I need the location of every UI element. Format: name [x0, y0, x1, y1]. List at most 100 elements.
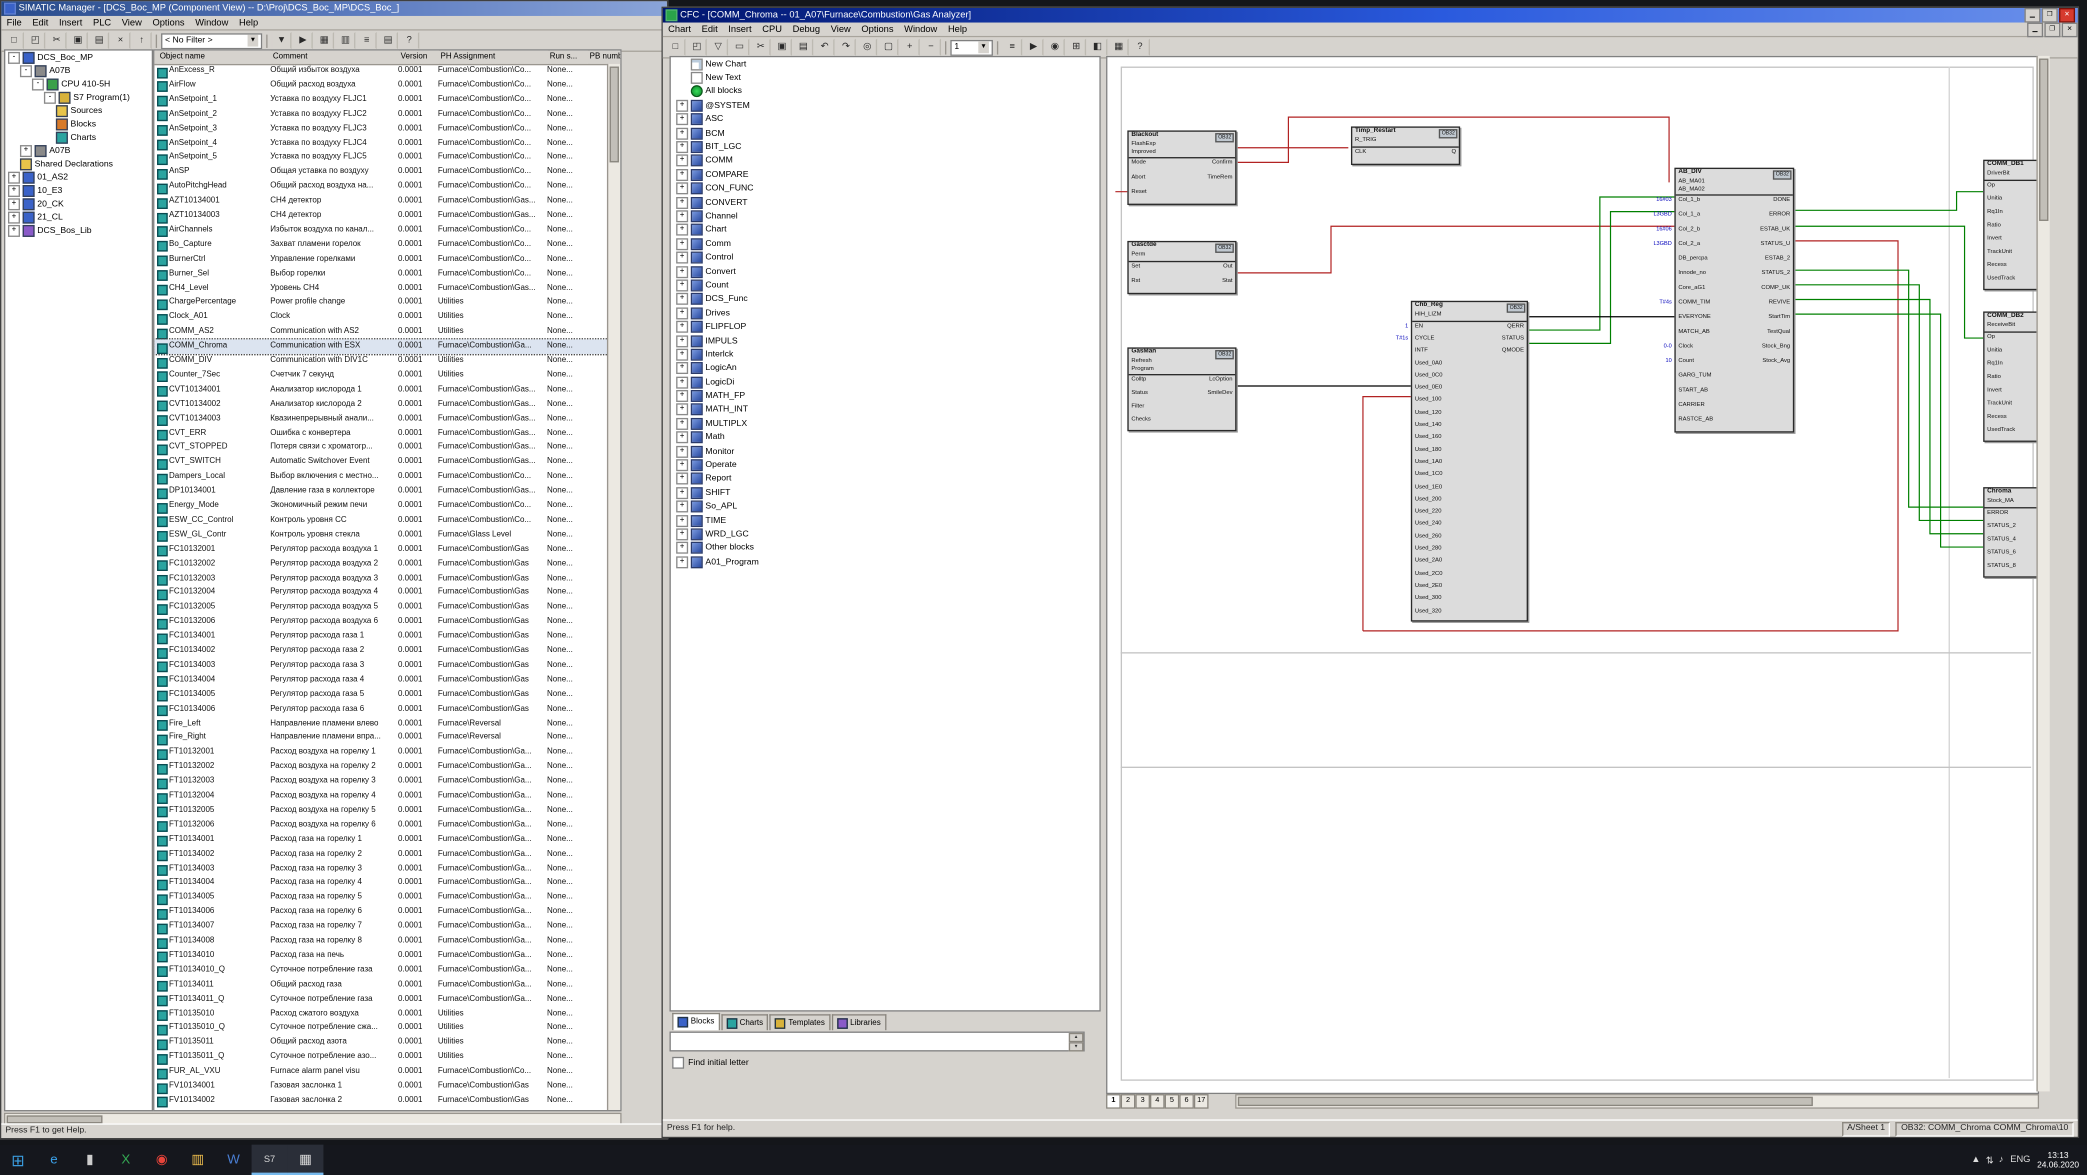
- catalog-search-input[interactable]: [671, 1033, 1048, 1053]
- input-pin[interactable]: Recess: [1987, 260, 2006, 268]
- expander-icon[interactable]: +: [676, 210, 688, 222]
- expander-icon[interactable]: +: [676, 196, 688, 208]
- table-row[interactable]: FC10134005Регулятор расхода газа 50.0001…: [154, 688, 608, 702]
- tree-item-21-cl[interactable]: +21_CL: [5, 210, 151, 223]
- table-row[interactable]: AnSetpoint_3Уставка по воздуху FLJC30.00…: [154, 122, 608, 136]
- catalog-item-comm[interactable]: +COMM: [671, 154, 1100, 168]
- input-pin[interactable]: STATUS_2: [1987, 521, 2016, 529]
- help-icon[interactable]: ?: [399, 32, 419, 49]
- menu-view[interactable]: View: [825, 25, 856, 34]
- scrollbar-thumb[interactable]: [7, 1115, 103, 1123]
- output-pin[interactable]: STATUS: [1502, 334, 1524, 342]
- child-minimize-button[interactable]: ▁: [2027, 22, 2043, 37]
- output-pin[interactable]: Stat: [1222, 276, 1232, 284]
- input-pin[interactable]: EN: [1415, 322, 1423, 330]
- expander-icon[interactable]: +: [676, 528, 688, 540]
- expander-icon[interactable]: +: [8, 184, 20, 196]
- expander-icon[interactable]: +: [676, 169, 688, 181]
- insert-block-icon[interactable]: ⊞: [1066, 39, 1086, 56]
- expander-icon[interactable]: +: [676, 404, 688, 416]
- find-initial-letter-checkbox[interactable]: [672, 1057, 684, 1069]
- input-pin[interactable]: Rst: [1131, 276, 1140, 284]
- copy-icon[interactable]: ▣: [68, 32, 88, 49]
- expander-icon[interactable]: +: [676, 252, 688, 264]
- catalog-item-a01-program[interactable]: +A01_Program: [671, 555, 1100, 569]
- column-header-comment[interactable]: Comment: [270, 51, 400, 64]
- table-row[interactable]: COMM_AS2Communication with AS20.0001Util…: [154, 325, 608, 339]
- expander-icon[interactable]: +: [8, 171, 20, 183]
- table-row[interactable]: AZT10134001CH4 детектор0.0001Furnace\Com…: [154, 194, 608, 208]
- scrollbar-thumb[interactable]: [1238, 1097, 1813, 1106]
- sheet-page-4[interactable]: 4: [1150, 1094, 1165, 1109]
- tree-item-shared-declarations[interactable]: Shared Declarations: [5, 157, 151, 170]
- expander-icon[interactable]: -: [20, 65, 32, 77]
- filter-combobox[interactable]: < No Filter >▼: [161, 33, 262, 49]
- table-row[interactable]: Counter_7SecСчетчик 7 секунд0.0001Utilit…: [154, 369, 608, 383]
- layers-icon[interactable]: ▦: [1109, 39, 1129, 56]
- input-pin[interactable]: Used_180: [1415, 445, 1442, 453]
- details-view-icon[interactable]: ▤: [378, 32, 398, 49]
- tree-item-a07b[interactable]: -A07B: [5, 64, 151, 77]
- catalog-item-asc[interactable]: +ASC: [671, 113, 1100, 127]
- expander-icon[interactable]: +: [676, 307, 688, 319]
- tree-item-charts[interactable]: Charts: [5, 130, 151, 143]
- menu-help[interactable]: Help: [234, 18, 264, 27]
- expander-icon[interactable]: +: [676, 487, 688, 499]
- cfc-block-comm-db1[interactable]: COMM_DB1DriverBitOpUnitiaRq1InRatioInver…: [1983, 160, 2039, 290]
- menu-insert[interactable]: Insert: [54, 18, 88, 27]
- input-pin[interactable]: Set: [1131, 262, 1140, 270]
- catalog-item-new-text[interactable]: New Text: [671, 71, 1100, 85]
- menu-cpu[interactable]: CPU: [757, 25, 787, 34]
- expander-icon[interactable]: +: [676, 432, 688, 444]
- table-row[interactable]: FT10132006Расход воздуха на горелку 60.0…: [154, 818, 608, 832]
- table-row[interactable]: FT10134010Расход газа на печь0.0001Furna…: [154, 949, 608, 963]
- input-pin[interactable]: Col_1_a: [1678, 211, 1700, 219]
- expander-icon[interactable]: +: [20, 144, 32, 156]
- table-row[interactable]: Fire_RightНаправление пламени впра...0.0…: [154, 731, 608, 745]
- expander-icon[interactable]: +: [676, 183, 688, 195]
- scrollbar-thumb[interactable]: [2039, 59, 2048, 221]
- delete-icon[interactable]: ×: [110, 32, 130, 49]
- zoom-out-icon[interactable]: −: [921, 39, 941, 56]
- output-pin[interactable]: Q: [1452, 147, 1457, 155]
- input-pin[interactable]: Used_100: [1415, 396, 1442, 404]
- input-pin[interactable]: CYCLE: [1415, 334, 1434, 342]
- tree-item-a07b[interactable]: +A07B: [5, 144, 151, 157]
- output-pin[interactable]: Stock_Bng: [1762, 343, 1790, 351]
- catalog-item-time[interactable]: +TIME: [671, 514, 1100, 528]
- taskbar-console-icon[interactable]: ▮: [72, 1145, 108, 1175]
- cfc-block-gasctde[interactable]: GasctdePermOB32SetOutRstStat: [1127, 241, 1236, 294]
- output-pin[interactable]: QERR: [1507, 322, 1524, 330]
- input-pin[interactable]: STATUS_6: [1987, 548, 2016, 556]
- input-pin[interactable]: Used_0E0: [1415, 383, 1442, 391]
- input-pin[interactable]: Rq1In: [1987, 207, 2003, 215]
- table-row[interactable]: DP10134001Давление газа в коллекторе0.00…: [154, 485, 608, 499]
- catalog-item-math[interactable]: +Math: [671, 431, 1100, 445]
- table-row[interactable]: AnSetpoint_1Уставка по воздуху FLJC10.00…: [154, 93, 608, 107]
- catalog-toggle-icon[interactable]: ◧: [1087, 39, 1107, 56]
- expander-icon[interactable]: +: [676, 418, 688, 430]
- table-row[interactable]: FT10132004Расход воздуха на горелку 40.0…: [154, 789, 608, 803]
- menu-plc[interactable]: PLC: [88, 18, 117, 27]
- menu-options[interactable]: Options: [147, 18, 190, 27]
- column-header-pb-number[interactable]: PB number: [587, 51, 622, 64]
- expander-icon[interactable]: +: [8, 224, 20, 236]
- expander-icon[interactable]: +: [676, 155, 688, 167]
- table-row[interactable]: FUR_AL_VXUFurnace alarm panel visu0.0001…: [154, 1065, 608, 1079]
- tree-item-sources[interactable]: Sources: [5, 104, 151, 117]
- input-pin[interactable]: Mode: [1131, 159, 1146, 167]
- input-pin[interactable]: Col_2_b: [1678, 225, 1700, 233]
- cfc-block-chb-reg[interactable]: Chb_RegHIH_LIZMOB32EN1QERRCYCLET#1sSTATU…: [1411, 301, 1528, 622]
- input-pin[interactable]: Used_300: [1415, 594, 1442, 602]
- table-row[interactable]: FT10134011Общий расход газа0.0001Furnace…: [154, 978, 608, 992]
- table-row[interactable]: FC10134003Регулятор расхода газа 30.0001…: [154, 659, 608, 673]
- catalog-item-flipflop[interactable]: +FLIPFLOP: [671, 320, 1100, 334]
- table-row[interactable]: FT10134010_QСуточное потребление газа0.0…: [154, 963, 608, 977]
- column-header-version[interactable]: Version: [398, 51, 441, 64]
- output-pin[interactable]: Confirm: [1212, 159, 1232, 167]
- save-icon[interactable]: ▽: [708, 39, 728, 56]
- table-row[interactable]: FC10132004Регулятор расхода воздуха 40.0…: [154, 586, 608, 600]
- taskbar-cfc-icon[interactable]: ▦: [287, 1145, 323, 1175]
- input-pin[interactable]: Ratio: [1987, 372, 2001, 380]
- input-pin[interactable]: CARRIER: [1678, 401, 1704, 409]
